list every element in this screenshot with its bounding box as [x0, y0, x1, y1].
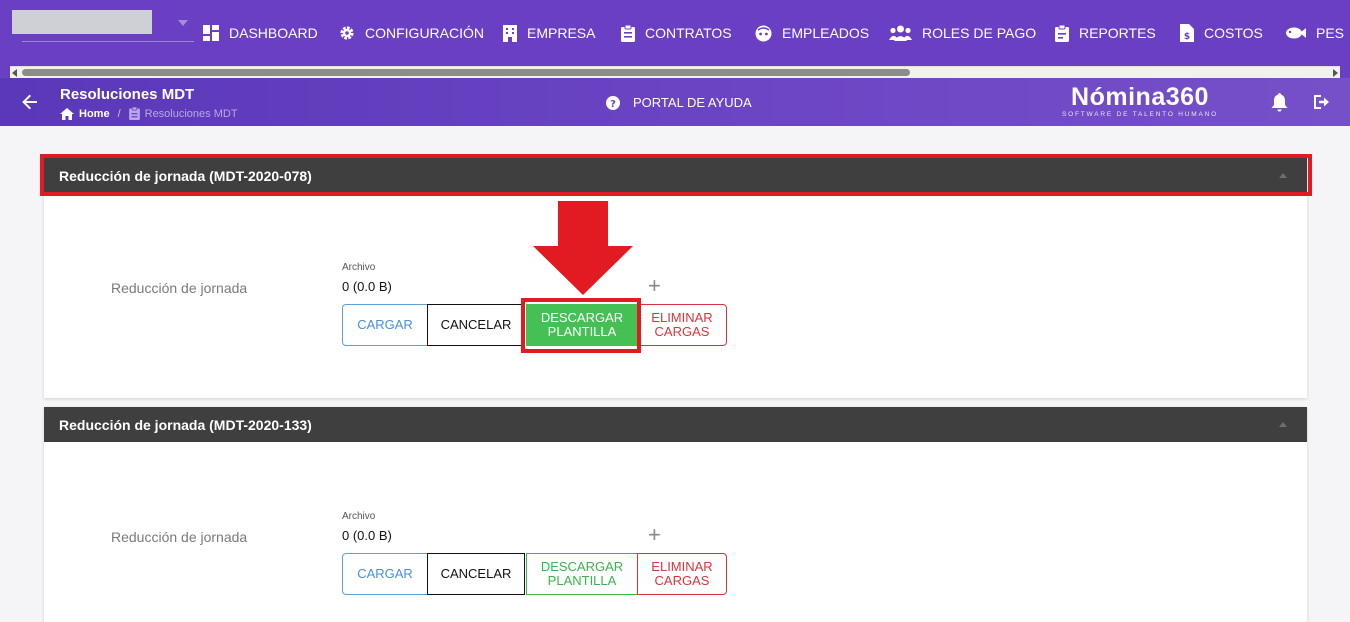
- people-icon: [889, 25, 912, 41]
- cargar-button[interactable]: CARGAR: [342, 304, 428, 346]
- scroll-gutter: [1340, 66, 1350, 78]
- building-icon: [503, 24, 517, 42]
- nav-item-roles-de-pago[interactable]: ROLES DE PAGO: [889, 22, 1036, 44]
- breadcrumb-separator: /: [117, 107, 121, 120]
- add-file-button[interactable]: +: [648, 275, 661, 297]
- breadcrumb: Home / Resoluciones MDT: [60, 107, 238, 120]
- help-icon: ?: [606, 95, 620, 110]
- file-size-value: 0 (0.0 B): [342, 528, 392, 543]
- help-portal-link[interactable]: ? PORTAL DE AYUDA: [606, 95, 752, 110]
- report-icon: [1055, 24, 1069, 42]
- scroll-gutter: [0, 66, 10, 78]
- nav-item-dashboard[interactable]: DASHBOARD: [203, 22, 318, 44]
- file-caption: Archivo: [342, 511, 376, 522]
- nav-item-label: CONFIGURACIÓN: [365, 25, 484, 41]
- back-button[interactable]: [22, 94, 38, 115]
- nav-item-label: EMPLEADOS: [782, 25, 870, 41]
- page-header: Resoluciones MDT Home / Resoluciones MDT…: [0, 78, 1350, 126]
- scroll-right-icon[interactable]: [1333, 69, 1338, 77]
- breadcrumb-current: Resoluciones MDT: [144, 107, 238, 120]
- nav-item-empleados[interactable]: EMPLEADOS: [755, 22, 869, 44]
- page-title: Resoluciones MDT: [60, 86, 195, 103]
- cancelar-button[interactable]: CANCELAR: [427, 553, 525, 595]
- nav-item-configuracion[interactable]: CONFIGURACIÓN: [339, 22, 484, 44]
- nav-item-label: ROLES DE PAGO: [922, 25, 1037, 41]
- nav-item-label: EMPRESA: [527, 25, 596, 41]
- face-icon: [755, 25, 772, 41]
- file-caption: Archivo: [342, 262, 376, 273]
- company-selector[interactable]: [12, 10, 152, 34]
- brand-name: Nómina360: [1071, 83, 1209, 111]
- nav-item-contratos[interactable]: CONTRATOS: [621, 22, 732, 44]
- field-label: Reducción de jornada: [111, 280, 248, 296]
- annotation-highlight-download: [521, 298, 641, 353]
- notifications-button[interactable]: [1271, 93, 1288, 117]
- nav-item-costos[interactable]: $ COSTOS: [1180, 22, 1263, 44]
- cargar-button[interactable]: CARGAR: [342, 553, 428, 595]
- arrow-left-icon: [22, 94, 37, 110]
- chevron-down-icon[interactable]: [178, 20, 188, 26]
- panel-title: Reducción de jornada (MDT-2020-133): [59, 417, 312, 433]
- annotation-highlight-header: [40, 154, 1312, 196]
- brand-tagline: SOFTWARE DE TALENTO HUMANO: [1062, 111, 1218, 118]
- field-label: Reducción de jornada: [111, 529, 248, 545]
- clipboard-icon: [621, 24, 635, 42]
- nav-item-label: PES: [1316, 25, 1345, 41]
- breadcrumb-home-link[interactable]: Home: [79, 108, 110, 120]
- svg-text:$: $: [1184, 32, 1190, 42]
- chevron-up-icon[interactable]: [1279, 422, 1287, 427]
- help-portal-label: PORTAL DE AYUDA: [633, 95, 752, 110]
- add-file-button[interactable]: +: [648, 524, 661, 546]
- bell-icon: [1271, 93, 1288, 112]
- eliminar-cargas-button[interactable]: ELIMINAR CARGAS: [637, 553, 727, 595]
- dashboard-icon: [203, 25, 219, 41]
- home-icon: [60, 107, 74, 120]
- nav-item-reportes[interactable]: REPORTES: [1055, 22, 1156, 44]
- invoice-icon: $: [1180, 24, 1194, 42]
- clipboard-icon: [128, 107, 140, 120]
- eliminar-cargas-button[interactable]: ELIMINAR CARGAS: [637, 304, 727, 346]
- gear-icon: [340, 26, 354, 40]
- logout-button[interactable]: [1313, 94, 1330, 115]
- nav-item-label: CONTRATOS: [645, 25, 732, 41]
- file-size-value: 0 (0.0 B): [342, 279, 392, 294]
- scrollbar-thumb[interactable]: [22, 69, 910, 76]
- company-selector-underline: [22, 41, 194, 42]
- nav-item-pes[interactable]: PES: [1284, 22, 1344, 44]
- panel-header-mdt-2020-133[interactable]: Reducción de jornada (MDT-2020-133): [44, 407, 1307, 442]
- nav-item-label: DASHBOARD: [229, 25, 318, 41]
- nav-item-empresa[interactable]: EMPRESA: [503, 22, 595, 44]
- logout-icon: [1314, 95, 1329, 109]
- fish-icon: [1286, 27, 1306, 39]
- scroll-left-icon[interactable]: [12, 69, 17, 77]
- nav-item-label: REPORTES: [1079, 25, 1156, 41]
- brand-logo: Nómina360 SOFTWARE DE TALENTO HUMANO: [1058, 83, 1222, 119]
- svg-text:?: ?: [610, 99, 616, 110]
- cancelar-button[interactable]: CANCELAR: [427, 304, 525, 346]
- nav-item-label: COSTOS: [1204, 25, 1263, 41]
- annotation-arrow-icon: [533, 201, 633, 295]
- top-navigation-bar: DASHBOARD CONFIGURACIÓN EMPRESA CONTRATO…: [0, 0, 1350, 66]
- descargar-plantilla-button[interactable]: DESCARGAR PLANTILLA: [526, 553, 638, 595]
